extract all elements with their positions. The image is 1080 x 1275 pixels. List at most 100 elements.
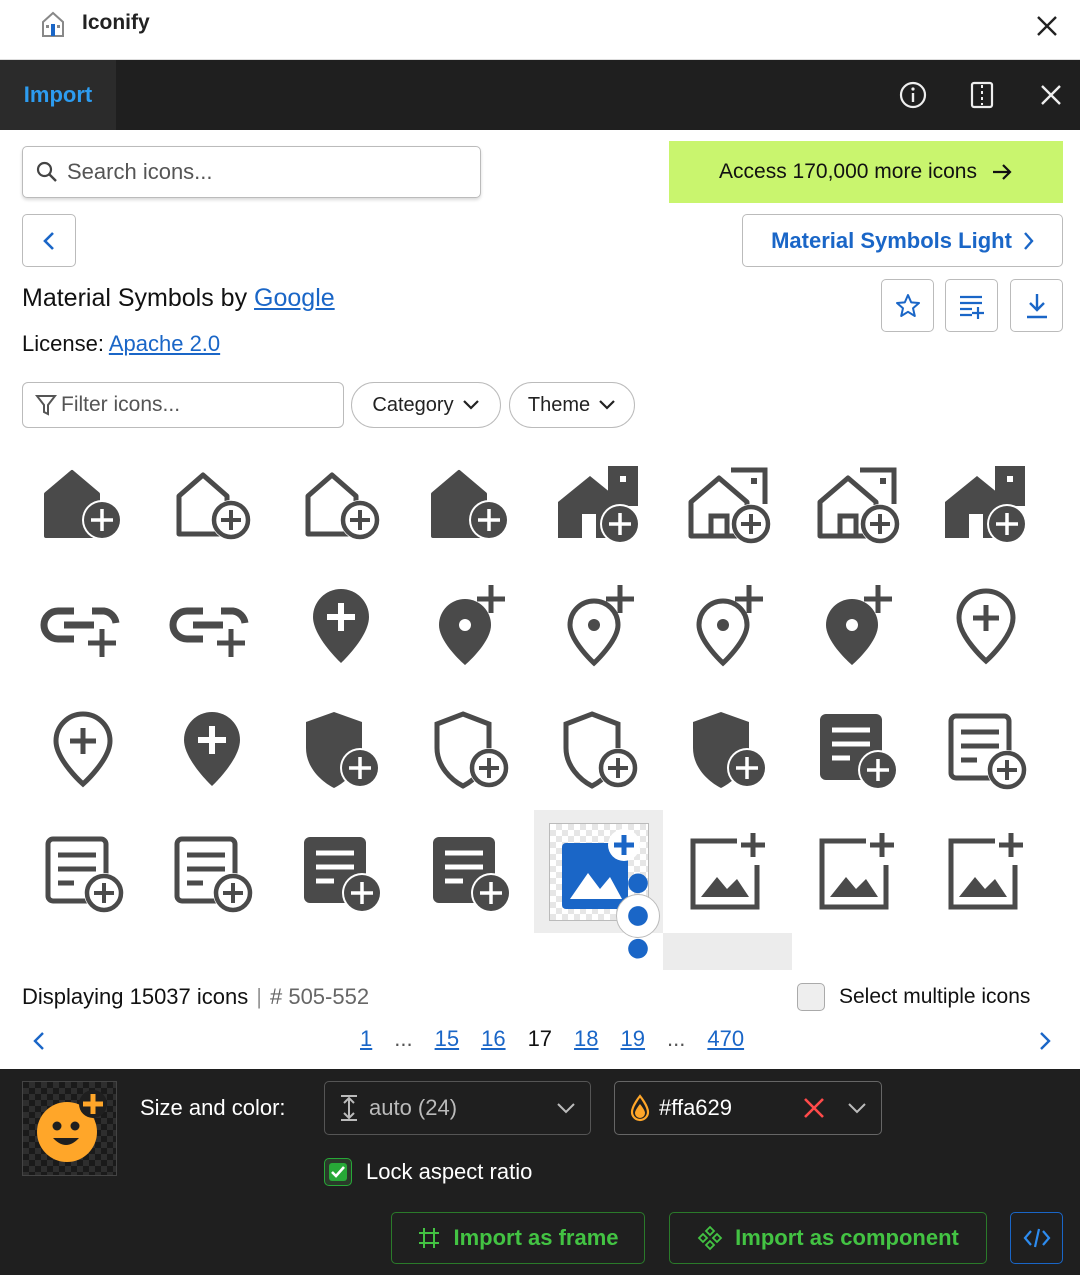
select-multiple-label: Select multiple icons <box>839 985 1031 1008</box>
tab-import[interactable]: Import <box>0 60 116 130</box>
license-link[interactable]: Apache 2.0 <box>109 331 220 356</box>
icon-cell[interactable] <box>792 441 921 564</box>
house-outline-add-icon <box>688 467 771 544</box>
import-as-frame-button[interactable]: Import as frame <box>391 1212 645 1264</box>
icon-cell[interactable] <box>147 933 276 970</box>
icon-cell[interactable] <box>147 810 276 933</box>
layout-toggle-button[interactable] <box>966 79 998 111</box>
icon-cell[interactable] <box>534 933 663 970</box>
category-label: Category <box>372 393 454 416</box>
prev-page-icon[interactable] <box>32 1031 46 1051</box>
icon-cell[interactable] <box>534 441 663 564</box>
add-location-icon <box>183 711 240 786</box>
icon-cell[interactable] <box>534 687 663 810</box>
icon-cell[interactable] <box>18 933 147 970</box>
lock-aspect-toggle[interactable]: Lock aspect ratio <box>324 1158 532 1186</box>
icon-cell[interactable] <box>405 564 534 687</box>
icon-cell[interactable] <box>663 564 792 687</box>
icon-cell[interactable] <box>18 810 147 933</box>
iconset-switch-button[interactable]: Material Symbols Light <box>742 214 1063 267</box>
download-iconset-button[interactable] <box>1010 279 1063 332</box>
icon-cell[interactable] <box>147 687 276 810</box>
icon-cell[interactable] <box>921 687 1050 810</box>
back-button[interactable] <box>22 214 76 267</box>
select-multiple-checkbox[interactable] <box>797 983 825 1011</box>
icon-cell[interactable] <box>663 933 792 970</box>
color-drop-icon <box>630 1094 650 1122</box>
page-link[interactable]: 15 <box>435 1026 459 1052</box>
shield-add-icon <box>305 711 380 788</box>
icon-cell[interactable] <box>792 933 921 970</box>
import-as-component-button[interactable]: Import as component <box>669 1212 987 1264</box>
icon-cell[interactable] <box>276 687 405 810</box>
color-select[interactable]: #ffa629 <box>614 1081 882 1135</box>
notes-outline-add-icon <box>45 836 124 913</box>
lock-aspect-checkbox[interactable] <box>324 1158 352 1186</box>
search-box[interactable] <box>22 146 481 198</box>
select-multiple-toggle[interactable]: Select multiple icons <box>797 983 1030 1011</box>
icon-cell[interactable] <box>18 687 147 810</box>
chevron-down-icon <box>848 1103 866 1114</box>
checkmark-icon <box>329 1163 347 1181</box>
icon-cell[interactable] <box>921 933 1050 970</box>
icon-cell[interactable] <box>792 810 921 933</box>
add-to-list-button[interactable] <box>945 279 998 332</box>
icon-cell[interactable] <box>18 441 147 564</box>
icon-cell[interactable] <box>276 564 405 687</box>
page-link[interactable]: 1 <box>360 1026 372 1052</box>
icon-cell[interactable] <box>276 810 405 933</box>
chevron-down-icon <box>557 1103 575 1114</box>
access-more-icons-button[interactable]: Access 170,000 more icons <box>669 141 1063 203</box>
icon-cell[interactable] <box>405 441 534 564</box>
page-link[interactable]: 16 <box>481 1026 505 1052</box>
clear-color-icon[interactable] <box>803 1097 825 1119</box>
page-link[interactable]: 470 <box>707 1026 744 1052</box>
icon-cell[interactable] <box>405 687 534 810</box>
icon-cell[interactable] <box>663 687 792 810</box>
add-column-icon <box>941 950 1031 971</box>
search-input[interactable] <box>67 159 467 185</box>
icon-cell[interactable] <box>663 441 792 564</box>
add-column-icon <box>812 950 902 971</box>
icon-cell[interactable] <box>534 810 663 959</box>
icon-cell[interactable] <box>405 933 534 970</box>
category-dropdown[interactable]: Category <box>351 382 501 428</box>
filter-box[interactable] <box>22 382 344 428</box>
icon-cell[interactable] <box>276 933 405 970</box>
page-link[interactable]: 18 <box>574 1026 598 1052</box>
page-list: 1 ... 15 16 17 18 19 ... 470 <box>360 1026 744 1052</box>
view-code-button[interactable] <box>1010 1212 1063 1264</box>
icon-cell[interactable] <box>792 687 921 810</box>
icon-cell[interactable] <box>921 441 1050 564</box>
icon-cell[interactable] <box>405 810 534 933</box>
icon-cell[interactable] <box>147 564 276 687</box>
theme-dropdown[interactable]: Theme <box>509 382 635 428</box>
icon-cell[interactable] <box>18 564 147 687</box>
icon-cell[interactable] <box>792 564 921 687</box>
size-select[interactable]: auto (24) <box>324 1081 591 1135</box>
selected-icon[interactable] <box>548 822 660 959</box>
chevron-down-icon <box>462 400 479 410</box>
info-button[interactable] <box>897 79 929 111</box>
icon-menu-button[interactable] <box>615 872 660 959</box>
icon-cell[interactable] <box>921 564 1050 687</box>
add-location-icon <box>312 588 369 663</box>
favorite-iconset-button[interactable] <box>881 279 934 332</box>
icon-cell[interactable] <box>663 810 792 933</box>
next-page-icon[interactable] <box>1038 1031 1052 1051</box>
add-reaction-icon <box>296 950 386 971</box>
filter-input[interactable] <box>61 393 331 417</box>
close-window-icon[interactable] <box>1032 11 1062 41</box>
close-plugin-button[interactable] <box>1035 79 1067 111</box>
code-icon <box>1023 1228 1050 1248</box>
icon-cell[interactable] <box>147 441 276 564</box>
add-link-icon <box>40 607 119 657</box>
icon-cell[interactable] <box>276 441 405 564</box>
icon-cell[interactable] <box>534 564 663 687</box>
page-link[interactable]: 19 <box>621 1026 645 1052</box>
icon-cell[interactable] <box>921 810 1050 933</box>
divider: | <box>256 984 262 1009</box>
download-icon <box>1026 293 1047 318</box>
add-photo-outline-icon <box>948 832 1023 909</box>
author-link[interactable]: Google <box>254 284 335 312</box>
